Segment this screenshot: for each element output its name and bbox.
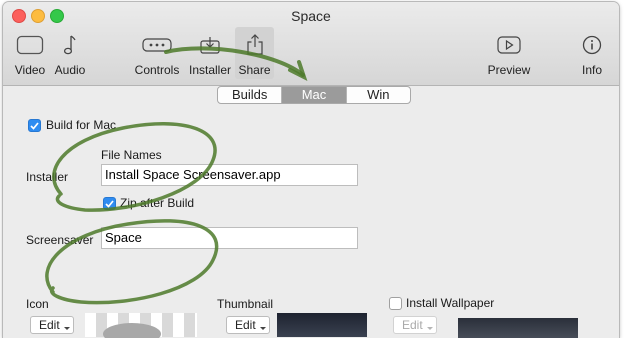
toolbar-video[interactable]: Video [11,30,49,77]
checkmark-icon [105,199,114,208]
share-icon [235,30,274,60]
toolbar-info[interactable]: Info [577,30,607,77]
toolbar-installer-label: Installer [188,63,232,77]
music-note-icon [51,30,89,60]
installer-icon [186,30,234,60]
toolbar-preview-label: Preview [487,63,531,77]
wallpaper-edit-label: Edit [402,318,423,332]
screensaver-name-field[interactable]: Space [101,227,358,249]
zip-after-build-checkbox[interactable] [103,197,116,210]
install-wallpaper-label: Install Wallpaper [406,296,495,310]
zip-after-build-label: Zip after Build [120,196,195,210]
toolbar-installer[interactable]: Installer [186,30,234,77]
platform-tabs: Builds Mac Win [217,86,411,104]
file-names-label: File Names [101,148,162,162]
wallpaper-preview-image [458,318,578,338]
icon-preview-image [85,313,197,338]
installer-filename-field[interactable]: Install Space Screensaver.app [101,164,358,186]
icon-preview-shape [103,323,161,338]
title-bar: Space Video Audio Controls Installer Sha… [3,2,619,86]
app-window: Space Video Audio Controls Installer Sha… [3,2,619,338]
toolbar-info-label: Info [581,63,602,77]
thumbnail-edit-label: Edit [235,318,256,332]
play-icon [487,30,531,60]
toolbar-preview[interactable]: Preview [487,30,531,77]
tab-win[interactable]: Win [345,87,410,103]
icon-edit-label: Edit [39,318,60,332]
icon-edit-popup[interactable]: Edit [30,316,74,334]
installer-label: Installer [26,170,69,184]
thumbnail-edit-popup[interactable]: Edit [226,316,270,334]
wallpaper-edit-popup[interactable]: Edit [393,316,437,334]
mac-settings-panel: Build for Mac File Names Installer Insta… [3,106,619,338]
chevron-down-icon [260,327,266,330]
thumbnail-preview-image [277,313,367,337]
icon-label: Icon [26,297,49,311]
toolbar-audio-label: Audio [54,63,86,77]
chevron-down-icon [427,327,433,330]
toolbar-controls[interactable]: Controls [133,30,181,77]
toolbar-share-label: Share [238,63,271,77]
window-title: Space [291,8,331,24]
video-icon [11,30,49,60]
tab-mac[interactable]: Mac [281,87,346,103]
toolbar-share[interactable]: Share [235,27,274,79]
toolbar-controls-label: Controls [134,63,180,77]
build-for-mac-checkbox[interactable] [28,119,41,132]
install-wallpaper-checkbox[interactable] [389,297,402,310]
chevron-down-icon [64,327,70,330]
toolbar-audio[interactable]: Audio [51,30,89,77]
checkmark-icon [30,121,39,130]
tab-builds[interactable]: Builds [218,87,281,103]
info-icon [577,30,607,60]
controls-icon [133,30,181,60]
screensaver-label: Screensaver [26,233,94,247]
build-for-mac-label: Build for Mac [46,118,117,132]
toolbar-video-label: Video [14,63,46,77]
thumbnail-label: Thumbnail [217,297,274,311]
